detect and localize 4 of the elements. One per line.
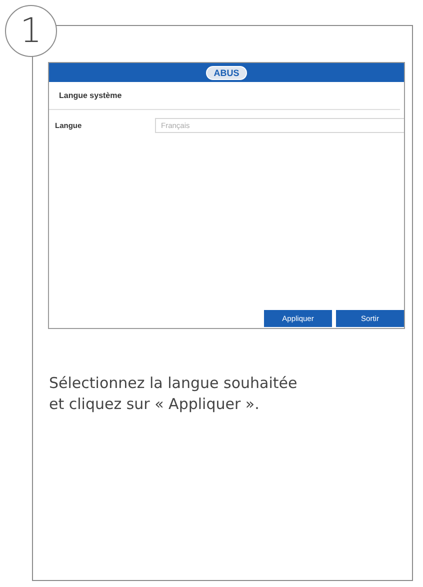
logo: ABUS <box>206 66 248 80</box>
section-title: Langue système <box>49 82 400 110</box>
instruction-text: Sélectionnez la langue souhaitée et cliquez sur « Appliquer ». <box>49 373 298 415</box>
step-number: 1 <box>5 5 57 57</box>
